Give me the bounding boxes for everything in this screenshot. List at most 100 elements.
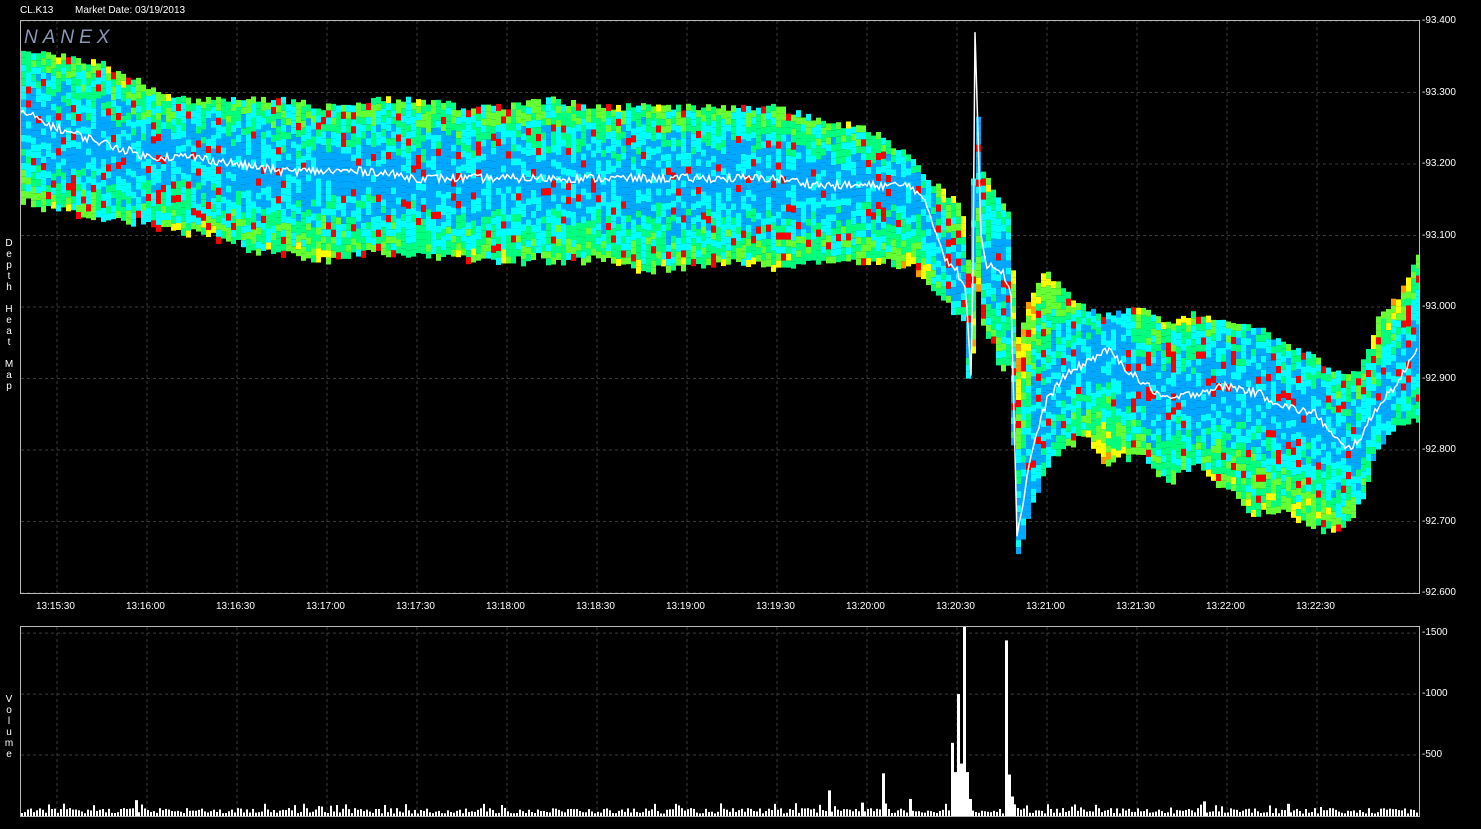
depth-cell xyxy=(616,209,621,217)
depth-cell xyxy=(181,228,186,236)
depth-cell xyxy=(526,240,531,248)
depth-cell xyxy=(136,105,141,113)
depth-cell xyxy=(461,241,466,249)
depth-cell xyxy=(261,145,266,153)
depth-cell xyxy=(146,187,151,195)
depth-cell xyxy=(996,246,1001,254)
depth-cell xyxy=(671,123,676,131)
depth-cell xyxy=(36,102,41,110)
depth-cell xyxy=(981,213,986,221)
depth-cell xyxy=(1061,421,1066,429)
depth-cell xyxy=(786,169,791,177)
depth-cell xyxy=(881,151,886,159)
depth-cell xyxy=(501,179,506,187)
depth-cell xyxy=(121,129,126,137)
depth-cell xyxy=(536,120,541,128)
depth-cell xyxy=(751,180,756,188)
depth-cell xyxy=(996,337,1001,345)
depth-cell xyxy=(426,209,431,217)
depth-cell xyxy=(631,191,636,199)
depth-cell xyxy=(1066,389,1071,397)
depth-cell xyxy=(846,142,851,150)
depth-cell xyxy=(441,152,446,160)
depth-cell xyxy=(1156,414,1161,422)
depth-cell xyxy=(236,218,241,226)
depth-cell xyxy=(101,67,106,75)
depth-cell xyxy=(706,132,711,140)
depth-cell xyxy=(1046,355,1051,363)
depth-cell xyxy=(636,182,641,190)
depth-cell xyxy=(426,125,431,133)
depth-cell xyxy=(786,246,791,254)
depth-cell xyxy=(831,144,836,152)
depth-cell xyxy=(536,113,541,121)
depth-cell xyxy=(361,131,366,139)
depth-cell xyxy=(761,155,766,163)
depth-cell xyxy=(221,168,226,176)
depth-cell xyxy=(1071,300,1076,308)
depth-cell xyxy=(901,170,906,178)
depth-cell xyxy=(686,257,691,265)
depth-cell xyxy=(411,144,416,152)
depth-cell xyxy=(151,143,156,151)
depth-cell xyxy=(711,106,716,114)
depth-cell xyxy=(496,194,501,202)
depth-cell xyxy=(161,164,166,172)
depth-cell xyxy=(861,167,866,175)
depth-cell xyxy=(826,172,831,180)
depth-cell xyxy=(626,215,631,223)
depth-cell xyxy=(831,256,836,264)
depth-cell xyxy=(721,252,726,260)
depth-cell xyxy=(396,99,401,107)
depth-cell xyxy=(266,242,271,250)
depth-cell xyxy=(331,103,336,111)
depth-cell xyxy=(716,150,721,158)
depth-cell xyxy=(1151,447,1156,455)
depth-cell xyxy=(246,190,251,198)
depth-cell xyxy=(606,160,611,168)
depth-cell xyxy=(766,189,771,197)
depth-cell xyxy=(1106,410,1111,418)
depth-cell xyxy=(306,125,311,133)
depth-cell xyxy=(376,117,381,125)
depth-cell xyxy=(901,233,906,241)
depth-cell xyxy=(646,223,651,231)
depth-cell xyxy=(236,204,241,212)
depth-cell xyxy=(1136,328,1141,336)
depth-cell xyxy=(876,153,881,161)
depth-cell xyxy=(191,194,196,202)
depth-cell xyxy=(1051,358,1056,366)
depth-cell xyxy=(831,137,836,145)
depth-cell xyxy=(556,203,561,211)
depth-cell xyxy=(126,189,131,197)
depth-cell xyxy=(346,139,351,147)
depth-cell xyxy=(46,185,51,193)
depth-cell xyxy=(791,226,796,234)
depth-cell xyxy=(991,245,996,253)
depth-cell xyxy=(401,227,406,235)
depth-cell xyxy=(826,235,831,243)
depth-cell xyxy=(871,163,876,171)
depth-cell xyxy=(636,231,641,239)
depth-cell xyxy=(406,152,411,160)
depth-cell xyxy=(221,126,226,134)
depth-cell xyxy=(426,202,431,210)
depth-cell xyxy=(401,143,406,151)
depth-cell xyxy=(181,179,186,187)
depth-cell xyxy=(381,192,386,200)
depth-cell xyxy=(116,204,121,212)
depth-cell xyxy=(366,187,371,195)
depth-cell xyxy=(206,132,211,140)
depth-cell xyxy=(811,155,816,163)
depth-cell xyxy=(271,212,276,220)
depth-cell xyxy=(796,250,801,258)
depth-cell xyxy=(456,236,461,244)
depth-cell xyxy=(686,124,691,132)
depth-cell xyxy=(1036,387,1041,395)
depth-cell xyxy=(1161,413,1166,421)
depth-cell xyxy=(581,258,586,266)
depth-cell xyxy=(196,203,201,211)
depth-cell xyxy=(841,135,846,143)
depth-cell xyxy=(651,218,656,226)
depth-cell xyxy=(621,152,626,160)
